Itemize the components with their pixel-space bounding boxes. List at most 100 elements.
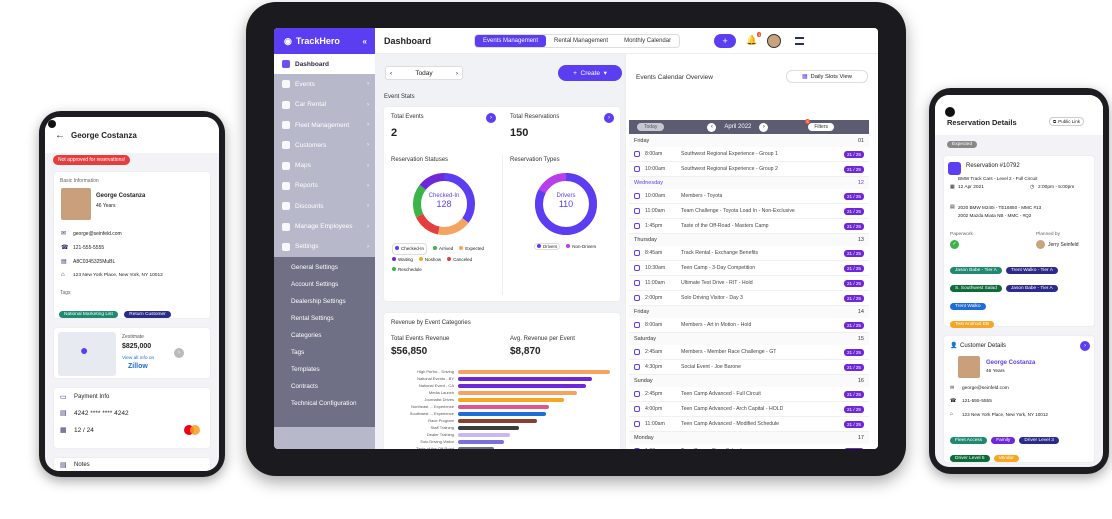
zillow-link[interactable]: View all info on (122, 356, 154, 361)
zillow-arrow-icon[interactable]: › (174, 348, 184, 358)
day-number: 14 (857, 309, 864, 315)
event-name: Solo Driving Visitor - Day 3 (681, 295, 743, 301)
settings-subitem[interactable]: Dealership Settings (274, 292, 375, 310)
bar[interactable] (458, 384, 586, 388)
bar[interactable] (458, 405, 550, 409)
public-link-button[interactable]: ⧉ Public Link (1049, 117, 1084, 126)
calendar-today-button[interactable]: Today (637, 123, 665, 131)
bar[interactable] (458, 377, 592, 381)
sidebar-item-car-rental[interactable]: Car Rental › (274, 95, 375, 115)
customer-tag[interactable]: Driver Level 3 (1019, 437, 1059, 444)
event-row[interactable]: 11:00am Team Challenge - Toyota Load In -… (629, 204, 869, 219)
avatar[interactable] (767, 33, 782, 48)
sidebar-item-customers[interactable]: Customers › (274, 135, 375, 155)
settings-subitem[interactable]: Tags (274, 343, 375, 361)
bar[interactable] (458, 419, 538, 423)
today-control[interactable]: ‹ Today › (385, 66, 463, 80)
sidebar-item-maps[interactable]: Maps › (274, 155, 375, 175)
tag-national-marketing[interactable]: National Marketing List (59, 311, 118, 318)
create-button[interactable]: + Create ▾ (558, 65, 622, 81)
event-row[interactable]: 10:30am Teen Camp - 3-Day Competition 21 /… (629, 261, 869, 276)
app-name: TrackHero (295, 36, 340, 46)
bar[interactable] (458, 370, 610, 374)
sidebar-item-discounts[interactable]: Discounts › (274, 196, 375, 216)
event-row[interactable]: 11:00am Ultimate Test Drive - RIT - Hold 2… (629, 276, 869, 291)
add-button[interactable]: + (714, 33, 737, 48)
total-reservations-value: 150 (510, 127, 529, 139)
day-header: Wednesday 12 (629, 177, 869, 189)
settings-subitem[interactable]: Templates (274, 360, 375, 378)
customer-tag[interactable]: Family (991, 437, 1016, 444)
total-events-label: Total Events (391, 114, 424, 120)
reservation-tag[interactable]: Jason Babe - Tier A (950, 267, 1002, 274)
event-row[interactable]: 10:00am Members - Toyota 21 / 25 (629, 189, 869, 204)
settings-subitem[interactable]: Contracts (274, 377, 375, 395)
tab-rental-management[interactable]: Rental Management (546, 35, 616, 47)
month-next-icon[interactable]: › (759, 122, 769, 132)
event-row[interactable]: 8:45am Track Rental - Exchange Benefits 21… (629, 246, 869, 261)
event-row[interactable]: 1:45pm Taste of the Off-Road - Masters Ca… (629, 219, 869, 234)
sidebar-item-fleet-management[interactable]: Fleet Management › (274, 115, 375, 135)
event-name: Members - Art in Motion - Hold (681, 322, 752, 328)
bar[interactable] (458, 447, 495, 449)
bar[interactable] (458, 440, 504, 444)
event-row[interactable]: 8:00am Southwest Regional Experience - Gr… (629, 147, 869, 162)
tab-events-management[interactable]: Events Management (475, 34, 547, 47)
event-row[interactable]: 4:00pm Teen Camp Advanced - Arch Capital … (629, 402, 869, 417)
sidebar-item-settings[interactable]: Settings › (274, 237, 375, 257)
event-time: 1:00am (645, 448, 681, 449)
sidebar-item-dashboard[interactable]: Dashboard (274, 54, 375, 75)
reservation-tag[interactable]: Trent Walko (950, 303, 986, 310)
settings-subitem[interactable]: Categories (274, 326, 375, 344)
total-reservations-arrow-icon[interactable]: › (604, 113, 614, 123)
settings-subitem[interactable]: Account Settings (274, 275, 375, 293)
event-row[interactable]: 2:45am Members - Member Race Challenge - … (629, 345, 869, 360)
tag-return-customer[interactable]: Return Customer (124, 311, 171, 318)
collapse-icon[interactable]: « (363, 37, 367, 46)
avg-revenue-label: Avg. Revenue per Event (510, 336, 575, 342)
zestimate-value: $825,000 (122, 343, 152, 350)
customer-tag[interactable]: Fleet Access (950, 437, 988, 444)
revenue-bar-chart: High Perfor... Driving National Events - … (384, 367, 622, 449)
customer-tag[interactable]: Vendor (993, 455, 1019, 462)
bar[interactable] (458, 391, 577, 395)
bar[interactable] (458, 433, 510, 437)
event-row[interactable]: 2:45pm Teen Camp Advanced - Full Circuit 2… (629, 387, 869, 402)
month-prev-icon[interactable]: ‹ (707, 122, 717, 132)
bar[interactable] (458, 398, 565, 402)
settings-subitem[interactable]: Rental Settings (274, 309, 375, 327)
next-icon[interactable]: › (456, 70, 458, 77)
reservation-tag[interactable]: S. Southwest Salad (950, 285, 1002, 292)
back-arrow-icon[interactable]: ← (55, 130, 65, 141)
reservation-tag[interactable]: Jason Babe - Tier A (1005, 285, 1058, 292)
sidebar-item-manage-employees[interactable]: Manage Employees › (274, 216, 375, 236)
total-events-arrow-icon[interactable]: › (486, 113, 496, 123)
event-row[interactable]: 8:00am Members - Art in Motion - Hold 21 /… (629, 318, 869, 333)
prev-icon[interactable]: ‹ (390, 70, 392, 77)
reservation-tag[interactable]: Test Android EB (950, 321, 995, 328)
filters-button[interactable]: Filters 3 (805, 119, 834, 131)
daily-slots-button[interactable]: ▦ Daily Slots View (786, 70, 868, 83)
customer-arrow-icon[interactable]: › (1080, 341, 1090, 351)
sidebar-item-reports[interactable]: Reports › (274, 176, 375, 196)
event-row[interactable]: 2:00pm Solo Driving Visitor - Day 3 21 / 2… (629, 291, 869, 306)
menu-icon[interactable] (795, 36, 805, 45)
app-logo[interactable]: ◉ TrackHero « (274, 28, 375, 54)
bar[interactable] (458, 412, 547, 416)
event-capacity: 21 / 25 (843, 348, 864, 356)
legend-item: Expected (459, 244, 484, 254)
event-name: Members - Toyota (681, 193, 723, 199)
tab-monthly-calendar[interactable]: Monthly Calendar (616, 35, 679, 47)
reservation-tag[interactable]: Trent Walko - Tier A (1005, 267, 1058, 274)
settings-subitem[interactable]: General Settings (274, 258, 375, 276)
sidebar-item-events[interactable]: Events › (274, 74, 375, 94)
bell-icon[interactable]: 🔔 1 (746, 32, 762, 46)
event-row[interactable]: 1:00amTeen Camp - Race School 21 / 25 (629, 444, 869, 449)
customer-tag[interactable]: Driver Level 5 (950, 455, 990, 462)
event-row[interactable]: 11:00am Teen Camp Advanced - Modified Sch… (629, 417, 869, 432)
settings-subitem[interactable]: Technical Configuration (274, 394, 375, 412)
event-row[interactable]: 4:30pm Social Event - Joe Barone 21 / 25 (629, 360, 869, 375)
event-row[interactable]: 10:00am Southwest Regional Experience - G… (629, 162, 869, 177)
event-capacity: 21 / 25 (843, 150, 864, 158)
bar[interactable] (458, 426, 519, 430)
